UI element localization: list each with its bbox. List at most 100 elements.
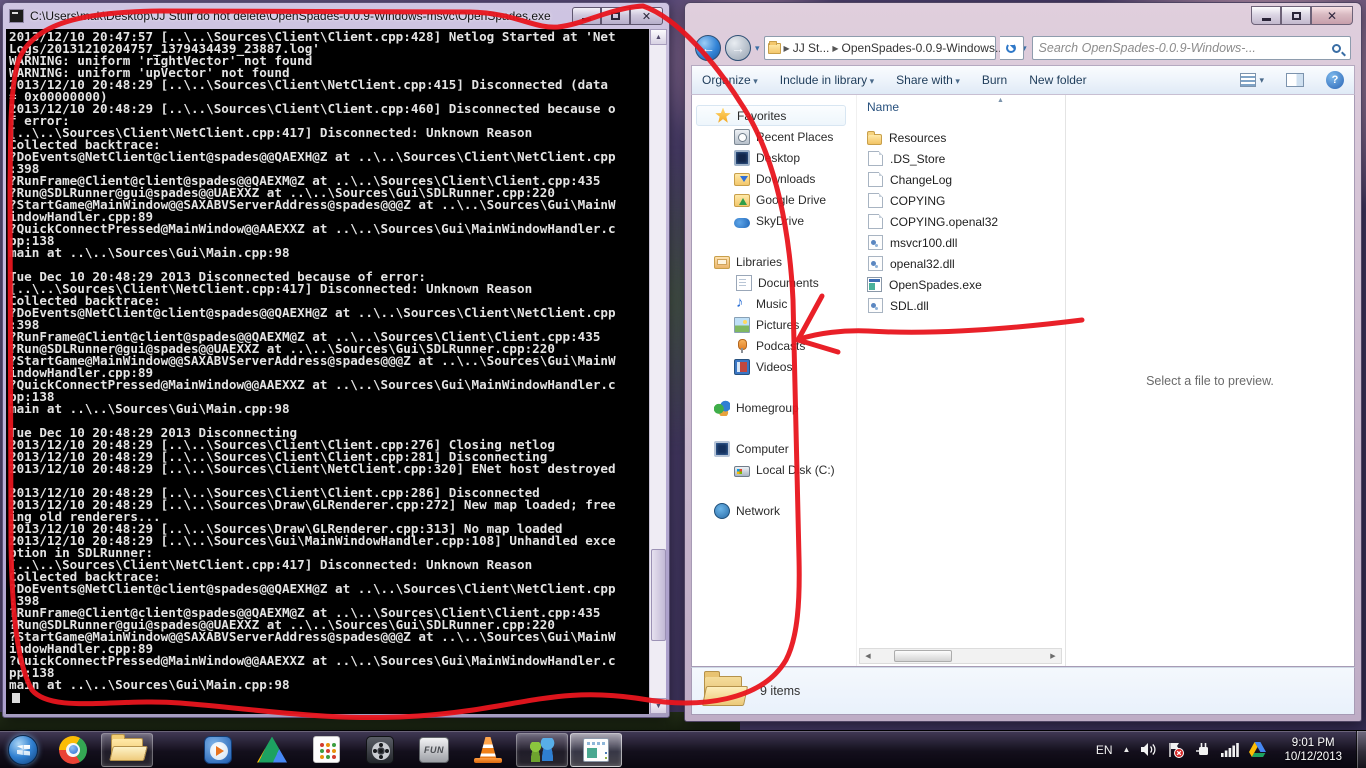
- show-desktop-button[interactable]: [1356, 731, 1366, 768]
- system-tray: EN ▲ 9:01 PM 10/12/2013: [1096, 731, 1356, 768]
- preview-pane: Select a file to preview.: [1065, 95, 1354, 666]
- taskbar-button[interactable]: FUN: [408, 733, 460, 767]
- file-row[interactable]: COPYING: [857, 190, 1064, 211]
- file-row[interactable]: msvcr100.dll: [857, 232, 1064, 253]
- file-row[interactable]: openal32.dll: [857, 253, 1064, 274]
- horizontal-scrollbar[interactable]: ◀ ▶: [859, 648, 1062, 664]
- preview-pane-toggle-button[interactable]: [1286, 73, 1304, 87]
- sidebar-item[interactable]: Desktop: [692, 147, 854, 168]
- sidebar-item[interactable]: Google Drive: [692, 189, 854, 210]
- sidebar-item-label: Pictures: [756, 318, 799, 332]
- breadcrumb-parent[interactable]: JJ St...: [793, 41, 830, 55]
- taskbar-button[interactable]: [570, 733, 622, 767]
- toolbar-button[interactable]: Organize: [702, 73, 758, 87]
- file-row[interactable]: SDL.dll: [857, 295, 1064, 316]
- breadcrumb-current[interactable]: OpenSpades-0.0.9-Windows...: [842, 41, 1005, 55]
- clock[interactable]: 9:01 PM 10/12/2013: [1276, 736, 1350, 764]
- file-row[interactable]: COPYING.openal32: [857, 211, 1064, 232]
- sidebar-item-label: Podcasts: [756, 339, 805, 353]
- clock-date: 10/12/2013: [1284, 750, 1342, 764]
- file-icon: [868, 172, 883, 187]
- sidebar-item[interactable]: Videos: [692, 356, 854, 377]
- sidebar-item[interactable]: Documents: [692, 272, 854, 293]
- console-close-button[interactable]: ✕: [630, 7, 663, 25]
- sidebar-item-label: SkyDrive: [756, 214, 804, 228]
- console-log-line: ?DoEvents@NetClient@client@spades@@QAEXH…: [9, 583, 649, 595]
- sidebar-item[interactable]: Network: [692, 500, 854, 521]
- file-row[interactable]: .DS_Store: [857, 148, 1064, 169]
- history-dropdown-icon[interactable]: ▾: [755, 43, 760, 54]
- toolbar-button[interactable]: Share with: [896, 73, 960, 87]
- language-indicator[interactable]: EN: [1096, 743, 1113, 757]
- file-row[interactable]: ChangeLog: [857, 169, 1064, 190]
- file-row[interactable]: OpenSpades.exe: [857, 274, 1064, 295]
- sidebar-item[interactable]: Computer: [692, 438, 854, 459]
- sidebar-item[interactable]: SkyDrive: [692, 210, 854, 231]
- console-scrollbar-thumb[interactable]: [651, 549, 666, 641]
- taskbar-button[interactable]: [354, 733, 406, 767]
- taskbar-button[interactable]: [516, 733, 568, 767]
- sidebar-item[interactable]: Pictures: [692, 314, 854, 335]
- sidebar-item[interactable]: Downloads: [692, 168, 854, 189]
- console-maximize-button[interactable]: [601, 7, 630, 25]
- taskbar-button[interactable]: [300, 733, 352, 767]
- forward-button[interactable]: →: [725, 35, 751, 61]
- console-log-line: ?QuickConnectPressed@MainWindow@@AAEXXZ …: [9, 655, 649, 667]
- help-button[interactable]: ?: [1326, 71, 1344, 89]
- clock-time: 9:01 PM: [1284, 736, 1342, 750]
- taskbar-button[interactable]: [47, 733, 99, 767]
- show-hidden-icons-button[interactable]: ▲: [1123, 745, 1131, 754]
- taskbar-button[interactable]: [246, 733, 298, 767]
- sidebar-item[interactable]: Music: [692, 293, 854, 314]
- console-titlebar[interactable]: C:\Users\mak\Desktop\JJ Stuff do not del…: [3, 3, 669, 29]
- sidebar-item[interactable]: Recent Places: [692, 126, 854, 147]
- scrollbar-track[interactable]: [876, 649, 1045, 663]
- console-cursor: [12, 693, 20, 703]
- network-signal-icon[interactable]: [1221, 743, 1239, 757]
- search-input[interactable]: Search OpenSpades-0.0.9-Windows-...: [1039, 41, 1332, 55]
- back-button[interactable]: ←: [695, 35, 721, 61]
- console-log-line: 2013/12/10 20:48:29 [..\..\Sources\Clien…: [9, 103, 649, 115]
- file-name: SDL.dll: [890, 299, 929, 313]
- refresh-button[interactable]: [1000, 36, 1024, 60]
- scroll-right-icon[interactable]: ▶: [1045, 649, 1061, 663]
- sidebar-item[interactable]: Podcasts: [692, 335, 854, 356]
- chrome-icon: [59, 736, 87, 764]
- sidebar-item[interactable]: Libraries: [692, 251, 854, 272]
- change-view-button[interactable]: ▾: [1240, 73, 1264, 87]
- vlc-icon: [474, 736, 502, 764]
- taskbar-button[interactable]: [462, 733, 514, 767]
- chevron-down-icon: ▾: [1259, 75, 1264, 86]
- sidebar-item[interactable]: Local Disk (C:): [692, 459, 854, 480]
- reel-icon: [366, 736, 394, 764]
- sidebar-item[interactable]: Homegroup: [692, 397, 854, 418]
- action-center-flag-icon[interactable]: [1167, 742, 1185, 758]
- taskbar-button[interactable]: [101, 733, 153, 767]
- power-plug-icon[interactable]: [1195, 742, 1211, 757]
- scroll-up-icon[interactable]: ▲: [650, 29, 667, 45]
- file-row[interactable]: Resources: [857, 127, 1064, 148]
- sidebar-item[interactable]: Favorites: [696, 105, 846, 126]
- sidebar-item-label: Google Drive: [756, 193, 826, 207]
- explorer-close-button[interactable]: ✕: [1311, 6, 1353, 25]
- console-minimize-button[interactable]: [572, 7, 601, 25]
- scrollbar-thumb[interactable]: [894, 650, 952, 662]
- explorer-content: Favorites Recent Places Desktop: [691, 95, 1355, 667]
- google-drive-tray-icon[interactable]: [1249, 742, 1266, 757]
- explorer-maximize-button[interactable]: [1281, 6, 1311, 25]
- console-scrollbar[interactable]: ▲ ▼: [649, 29, 666, 714]
- column-header-name[interactable]: Name ▲: [857, 95, 1064, 119]
- search-box[interactable]: Search OpenSpades-0.0.9-Windows-...: [1032, 36, 1351, 60]
- taskbar-button[interactable]: [192, 733, 244, 767]
- volume-icon[interactable]: [1140, 742, 1157, 757]
- address-bar[interactable]: ▶ JJ St... ▶ OpenSpades-0.0.9-Windows...…: [764, 36, 996, 60]
- toolbar-button[interactable]: Include in library: [780, 73, 874, 87]
- toolbar-button[interactable]: Burn: [982, 73, 1007, 87]
- explorer-minimize-button[interactable]: [1251, 6, 1281, 25]
- taskbar-button[interactable]: [1, 733, 45, 767]
- sidebar-item-label: Downloads: [756, 172, 815, 186]
- sidebar-item-label: Homegroup: [736, 401, 799, 415]
- scroll-down-icon[interactable]: ▼: [650, 698, 667, 714]
- toolbar-button[interactable]: New folder: [1029, 73, 1086, 87]
- scroll-left-icon[interactable]: ◀: [860, 649, 876, 663]
